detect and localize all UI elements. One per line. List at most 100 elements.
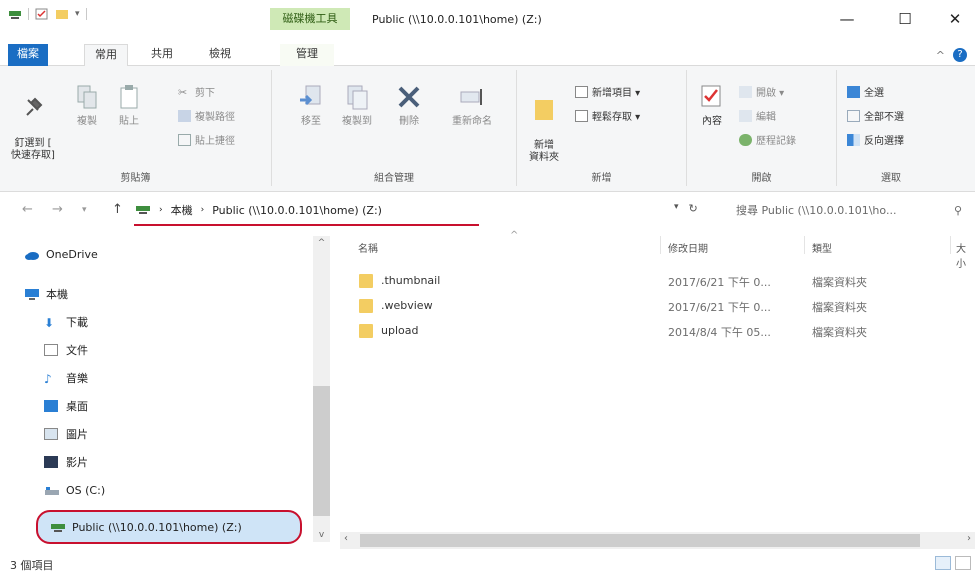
- maximize-button[interactable]: ☐: [890, 10, 920, 28]
- nav-item-public-drive[interactable]: Public (\\10.0.0.101\home) (Z:): [36, 510, 302, 544]
- breadcrumb-this-pc[interactable]: 本機: [171, 202, 193, 218]
- pin-quick-access-button[interactable]: 釘選到 [ 快速存取]: [8, 84, 58, 162]
- rename-button[interactable]: 重新命名: [442, 84, 502, 128]
- select-none-button[interactable]: 全部不選: [847, 108, 904, 123]
- copy-to-label: 複製到: [342, 116, 372, 127]
- file-row[interactable]: .webview 2017/6/21 下午 0... 檔案資料夾: [355, 297, 955, 319]
- new-group-label: 新增: [591, 173, 612, 184]
- nav-item-music[interactable]: ♪ 音樂: [44, 370, 88, 386]
- details-view-icon[interactable]: [935, 556, 951, 570]
- copy-path-button[interactable]: 複製路徑: [178, 108, 235, 123]
- paste-shortcut-icon: [178, 133, 191, 146]
- navigation-scrollbar[interactable]: ^ v: [313, 236, 330, 542]
- up-icon[interactable]: ↑: [112, 202, 123, 217]
- nav-item-this-pc[interactable]: 本機: [24, 286, 68, 302]
- paste-shortcut-button[interactable]: 貼上捷徑: [178, 132, 235, 147]
- drive-icon[interactable]: [8, 8, 22, 20]
- close-button[interactable]: ✕: [940, 10, 970, 28]
- nav-item-desktop[interactable]: 桌面: [44, 398, 88, 414]
- customize-toolbar-icon[interactable]: ▾: [75, 9, 80, 19]
- pin-label: 釘選到 [ 快速存取]: [11, 138, 55, 161]
- delete-button[interactable]: 刪除: [388, 84, 430, 128]
- copy-to-button[interactable]: 複製到: [336, 84, 378, 128]
- select-all-button[interactable]: 全選: [847, 84, 884, 99]
- scroll-down-icon[interactable]: v: [313, 530, 330, 540]
- forward-icon[interactable]: →: [52, 202, 63, 217]
- tab-share[interactable]: 共用: [142, 44, 182, 66]
- search-input[interactable]: 搜尋 Public (\\10.0.0.101\ho...: [736, 202, 896, 218]
- file-list-horizontal-scrollbar[interactable]: ‹ ›: [340, 532, 975, 549]
- new-folder-button[interactable]: 新增 資料夾: [523, 84, 565, 164]
- edit-button[interactable]: 編輯: [739, 108, 776, 123]
- paste-button[interactable]: 貼上: [108, 84, 150, 128]
- back-icon[interactable]: ←: [22, 202, 33, 217]
- column-header-size[interactable]: 大小: [956, 240, 975, 270]
- history-label: 歷程記錄: [756, 136, 796, 147]
- tab-manage[interactable]: 管理: [280, 44, 334, 66]
- search-box[interactable]: 搜尋 Public (\\10.0.0.101\ho... ⚲: [722, 200, 970, 220]
- easy-access-button[interactable]: 輕鬆存取 ▾: [575, 108, 640, 123]
- delete-label: 刪除: [399, 116, 419, 127]
- large-icons-view-icon[interactable]: [955, 556, 971, 570]
- paste-label: 貼上: [119, 116, 139, 127]
- scroll-up-icon[interactable]: ^: [313, 238, 330, 248]
- nav-item-label: Public (\\10.0.0.101\home) (Z:): [72, 520, 242, 534]
- column-header-type[interactable]: 類型: [812, 240, 832, 255]
- breadcrumb-current[interactable]: Public (\\10.0.0.101\home) (Z:): [212, 204, 382, 217]
- cut-button[interactable]: ✂ 剪下: [178, 84, 215, 100]
- history-button[interactable]: 歷程記錄: [739, 132, 796, 147]
- move-to-button[interactable]: 移至: [290, 84, 332, 128]
- refresh-icon[interactable]: ↻: [689, 202, 698, 215]
- column-divider[interactable]: [804, 236, 805, 254]
- minimize-button[interactable]: —: [832, 10, 862, 28]
- copy-to-icon: [347, 85, 368, 110]
- nav-item-os-drive[interactable]: OS (C:): [44, 484, 105, 497]
- nav-item-downloads[interactable]: ⬇ 下載: [44, 314, 88, 330]
- tab-home[interactable]: 常用: [84, 44, 128, 66]
- help-icon[interactable]: ?: [953, 48, 967, 62]
- properties-icon[interactable]: [35, 8, 49, 20]
- scroll-right-icon[interactable]: ›: [967, 533, 971, 544]
- drive-tools-context-tab[interactable]: 磁碟機工具: [270, 8, 350, 30]
- column-header-name[interactable]: 名稱: [358, 240, 378, 255]
- breadcrumb-separator: ›: [159, 205, 163, 215]
- nav-item-onedrive[interactable]: OneDrive: [24, 248, 98, 261]
- new-folder-icon[interactable]: [55, 8, 69, 20]
- scrollbar-thumb[interactable]: [360, 534, 920, 547]
- nav-item-pictures[interactable]: 圖片: [44, 426, 88, 442]
- file-row[interactable]: upload 2014/8/4 下午 05... 檔案資料夾: [355, 322, 955, 344]
- nav-item-documents[interactable]: 文件: [44, 342, 88, 358]
- pin-icon: [26, 97, 43, 116]
- column-divider[interactable]: [950, 236, 951, 254]
- search-icon[interactable]: ⚲: [954, 204, 962, 217]
- properties-button[interactable]: 內容: [691, 84, 733, 128]
- column-header-date[interactable]: 修改日期: [668, 240, 708, 255]
- nav-item-label: 桌面: [66, 400, 88, 413]
- scroll-left-icon[interactable]: ‹: [344, 533, 348, 544]
- open-button[interactable]: 開啟 ▾: [739, 84, 784, 99]
- file-date: 2017/6/21 下午 0...: [668, 276, 771, 289]
- scrollbar-thumb[interactable]: [313, 386, 330, 516]
- address-dropdown-icon[interactable]: ▾: [674, 202, 679, 215]
- properties-check-icon: [701, 85, 721, 107]
- item-count: 3 個項目: [10, 559, 54, 572]
- invert-selection-icon: [847, 133, 860, 146]
- copy-button[interactable]: 複製: [66, 84, 108, 128]
- new-item-icon: [575, 85, 588, 98]
- new-item-button[interactable]: 新增項目 ▾: [575, 84, 640, 99]
- tab-file[interactable]: 檔案: [8, 44, 48, 66]
- address-bar[interactable]: › 本機 › Public (\\10.0.0.101\home) (Z:): [135, 200, 715, 220]
- column-divider[interactable]: [660, 236, 661, 254]
- file-row[interactable]: .thumbnail 2017/6/21 下午 0... 檔案資料夾: [355, 272, 955, 294]
- collapse-ribbon-icon[interactable]: ^: [936, 49, 945, 62]
- move-to-label: 移至: [301, 116, 321, 127]
- file-name: .webview: [381, 299, 433, 312]
- network-drive-icon: [135, 203, 151, 218]
- recent-locations-icon[interactable]: ▾: [82, 205, 87, 215]
- nav-item-videos[interactable]: 影片: [44, 454, 88, 470]
- ribbon: 釘選到 [ 快速存取] 複製 貼上 ✂ 剪下 複製路徑 貼上捷徑 剪貼簿 移至: [0, 66, 975, 192]
- network-drive-icon: [50, 521, 65, 533]
- tab-view[interactable]: 檢視: [200, 44, 240, 66]
- invert-selection-button[interactable]: 反向選擇: [847, 132, 904, 147]
- nav-item-label: 影片: [66, 456, 88, 469]
